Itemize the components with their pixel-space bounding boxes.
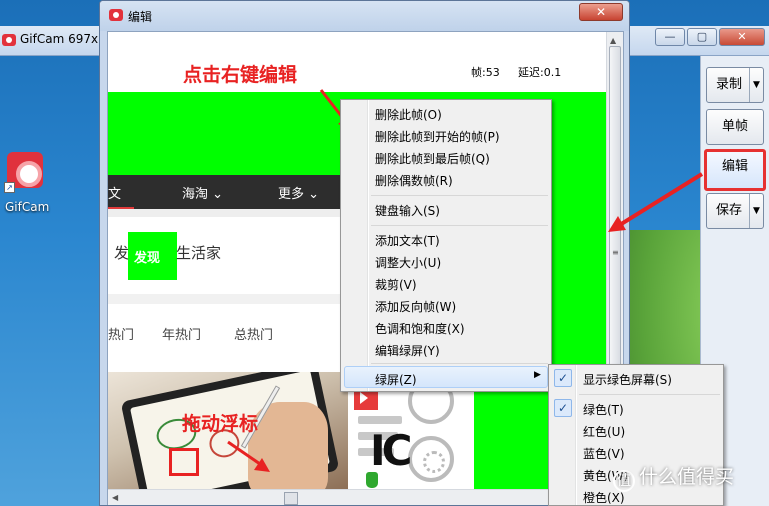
menu-item-reverse-frames[interactable]: 添加反向帧(W) [375,298,456,315]
edit-close-button[interactable]: ✕ [579,3,623,21]
menu-item-delete-even[interactable]: 删除偶数帧(R) [375,172,453,189]
grip-icon: ≡ [612,248,619,257]
menu-separator [371,195,548,196]
menu-item-greenscreen[interactable]: 绿屏(Z) [375,371,417,388]
watermark-badge-icon: 值 [613,470,635,492]
submenu-item-red[interactable]: 红色(U) [583,423,625,440]
annotation-arrow [227,440,261,466]
edit-button-label: 编辑 [721,159,748,174]
context-menu: 删除此帧(O) 删除此帧到开始的帧(P) 删除此帧到最后帧(Q) 删除偶数帧(R… [340,99,552,392]
annotation-arrow-to-edit [608,172,704,232]
frame-count: 帧:53 [471,66,500,79]
edit-button[interactable]: 编辑 [704,149,766,191]
submenu-arrow-icon: ▶ [534,370,541,380]
menu-item-delete-frame[interactable]: 删除此帧(O) [375,106,442,123]
maximize-button[interactable]: ▢ [687,28,717,46]
minimize-button[interactable]: — [655,28,685,46]
check-icon: ✓ [554,399,572,417]
menu-item-keyboard-input[interactable]: 键盘输入(S) [375,202,440,219]
annotation-slider-highlight [169,448,199,476]
menu-item-delete-to-start[interactable]: 删除此帧到开始的帧(P) [375,128,500,145]
scroll-left-icon[interactable]: ◀ [112,493,118,502]
submenu-item-show-greenscreen[interactable]: 显示绿色屏幕(S) [583,371,672,388]
gifcam-window-title: GifCam 697x [20,32,99,46]
scroll-up-icon[interactable]: ▲ [610,36,616,45]
single-frame-button[interactable]: 单帧 [706,109,764,145]
watermark-text: 什么值得买 [639,466,735,488]
edit-window-titlebar[interactable] [100,1,629,31]
menu-item-delete-to-end[interactable]: 删除此帧到最后帧(Q) [375,150,490,167]
menu-item-add-text[interactable]: 添加文本(T) [375,232,440,249]
gifcam-window-controls: — ▢ ✕ [655,28,765,46]
frame-delay: 延迟:0.1 [518,66,562,79]
annotation-arrow [616,172,704,228]
menu-item-resize[interactable]: 调整大小(U) [375,254,441,271]
record-button[interactable]: 录制 ▼ [706,67,764,103]
submenu-item-blue[interactable]: 蓝色(V) [583,445,625,462]
menu-separator [579,394,720,395]
menu-separator [371,225,548,226]
chevron-down-icon[interactable]: ▼ [749,68,763,102]
single-frame-label: 单帧 [721,119,748,134]
menu-item-crop[interactable]: 裁剪(V) [375,276,417,293]
frame-slider[interactable]: ◀ [108,489,608,505]
menu-item-edit-greenscreen[interactable]: 编辑绿屏(Y) [375,342,440,359]
check-icon: ✓ [554,369,572,387]
frame-slider-thumb[interactable] [284,492,298,505]
menu-separator [371,363,548,364]
gifcam-logo-icon [2,34,16,46]
desktop-icon-label[interactable]: GifCam [5,200,49,214]
submenu-item-green[interactable]: 绿色(T) [583,401,624,418]
menu-item-hue-saturation[interactable]: 色调和饱和度(X) [375,320,465,337]
shortcut-arrow-icon: ↗ [4,182,15,193]
edit-window-title: 编辑 [128,10,153,24]
close-button[interactable]: ✕ [719,28,765,46]
gifcam-logo-icon [109,9,123,21]
chevron-down-icon[interactable]: ▼ [749,194,763,228]
save-button[interactable]: 保存 ▼ [706,193,764,229]
watermark: 值什么值得买 [613,462,734,492]
